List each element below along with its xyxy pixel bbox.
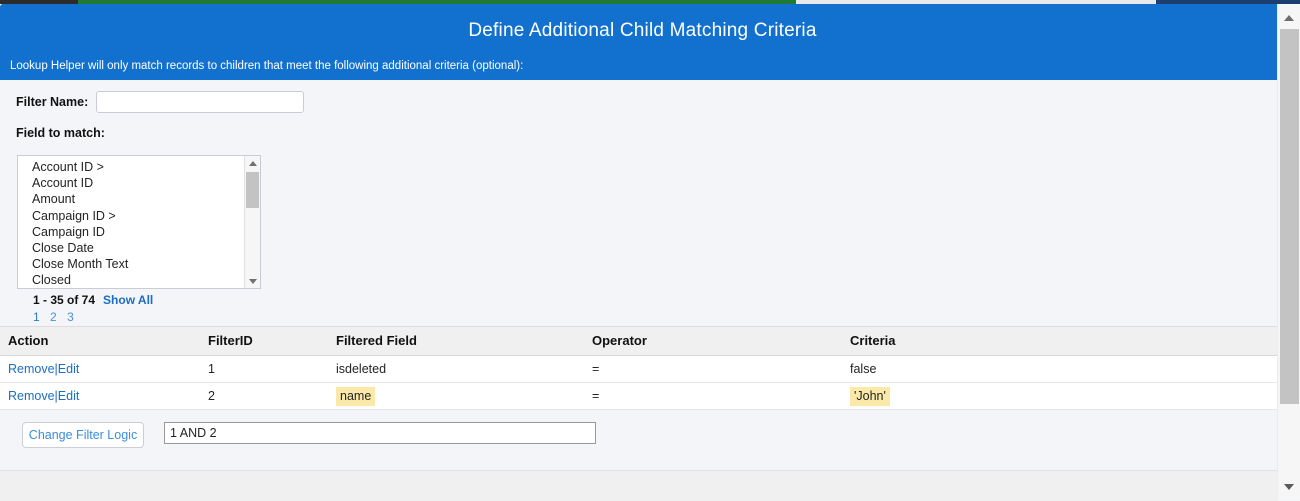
criteria-value-highlighted: 'John' [850,387,890,406]
list-item[interactable]: Close Date [18,240,244,256]
cell-criteria: false [850,355,1286,383]
column-header-criteria: Criteria [850,326,1286,356]
cell-criteria: 'John' [850,382,1286,410]
list-item[interactable]: Amount [18,191,244,207]
page-title: Define Additional Child Matching Criteri… [468,20,817,41]
page-link-2[interactable]: 2 [50,310,57,324]
list-item[interactable]: Campaign ID > [18,208,244,224]
page-subtitle: Lookup Helper will only match records to… [10,60,524,72]
page-scrollbar[interactable] [1277,4,1300,500]
row-actions: Remove|Edit [0,355,208,383]
filter-logic-expression-input[interactable] [164,422,596,444]
cell-filtered-field: isdeleted [336,355,592,383]
edit-link[interactable]: Edit [58,389,80,403]
remove-link[interactable]: Remove [8,362,55,376]
row-actions: Remove|Edit [0,382,208,410]
list-item[interactable]: Closed [18,272,244,288]
column-header-filterid: FilterID [208,326,336,356]
page-link-1[interactable]: 1 [33,310,40,324]
remove-link[interactable]: Remove [8,389,55,403]
page-link-3[interactable]: 3 [67,310,74,324]
dialog-body: Filter Name: Field to match: Account ID … [0,80,1286,470]
list-item[interactable]: Account ID [18,175,244,191]
triangle-down-icon[interactable] [245,274,260,288]
pagination-count: 1 - 35 of 74 [33,293,96,307]
filter-name-row: Filter Name: [16,91,305,113]
column-header-action: Action [0,326,208,356]
field-list-scroll-thumb[interactable] [246,172,259,208]
dialog-header: Define Additional Child Matching Criteri… [0,4,1285,80]
criteria-table: Action FilterID Filtered Field Operator … [0,326,1286,410]
list-item[interactable]: Close Month Text [18,256,244,272]
field-to-match-listbox[interactable]: Account ID > Account ID Amount Campaign … [17,155,261,289]
list-item[interactable]: Campaign ID [18,224,244,240]
change-filter-logic-button[interactable]: Change Filter Logic [22,422,144,448]
show-all-link[interactable]: Show All [103,293,153,307]
filter-name-input[interactable] [96,91,305,113]
triangle-up-icon[interactable] [245,156,260,170]
field-to-match-label: Field to match: [16,126,105,140]
field-list-scrollbar[interactable] [244,156,260,288]
edit-link[interactable]: Edit [58,362,80,376]
filter-name-label: Filter Name: [16,95,89,109]
pagination-pages: 1 2 3 [33,310,81,324]
page-scroll-thumb[interactable] [1280,29,1299,404]
column-header-field: Filtered Field [336,326,592,356]
field-value-highlighted: name [336,387,376,406]
field-value: isdeleted [336,362,387,376]
cell-filterid: 1 [208,355,336,383]
cell-operator: = [592,382,850,410]
scroll-up-arrow-icon[interactable] [1278,7,1300,29]
cell-filterid: 2 [208,382,336,410]
pagination-summary: 1 - 35 of 74 Show All [33,293,153,307]
field-list-items[interactable]: Account ID > Account ID Amount Campaign … [18,156,244,288]
criteria-value: false [850,362,877,376]
scroll-down-arrow-icon[interactable] [1278,476,1300,498]
table-row: Remove|Edit 2 name = 'John' [0,382,1286,410]
table-header-row: Action FilterID Filtered Field Operator … [0,326,1286,356]
column-header-operator: Operator [592,326,850,356]
cell-operator: = [592,355,850,383]
cell-filtered-field: name [336,382,592,410]
list-item[interactable]: Account ID > [18,159,244,175]
table-row: Remove|Edit 1 isdeleted = false [0,355,1286,383]
dialog-footer-band [0,470,1278,501]
filter-logic-row: Change Filter Logic [0,410,1278,470]
